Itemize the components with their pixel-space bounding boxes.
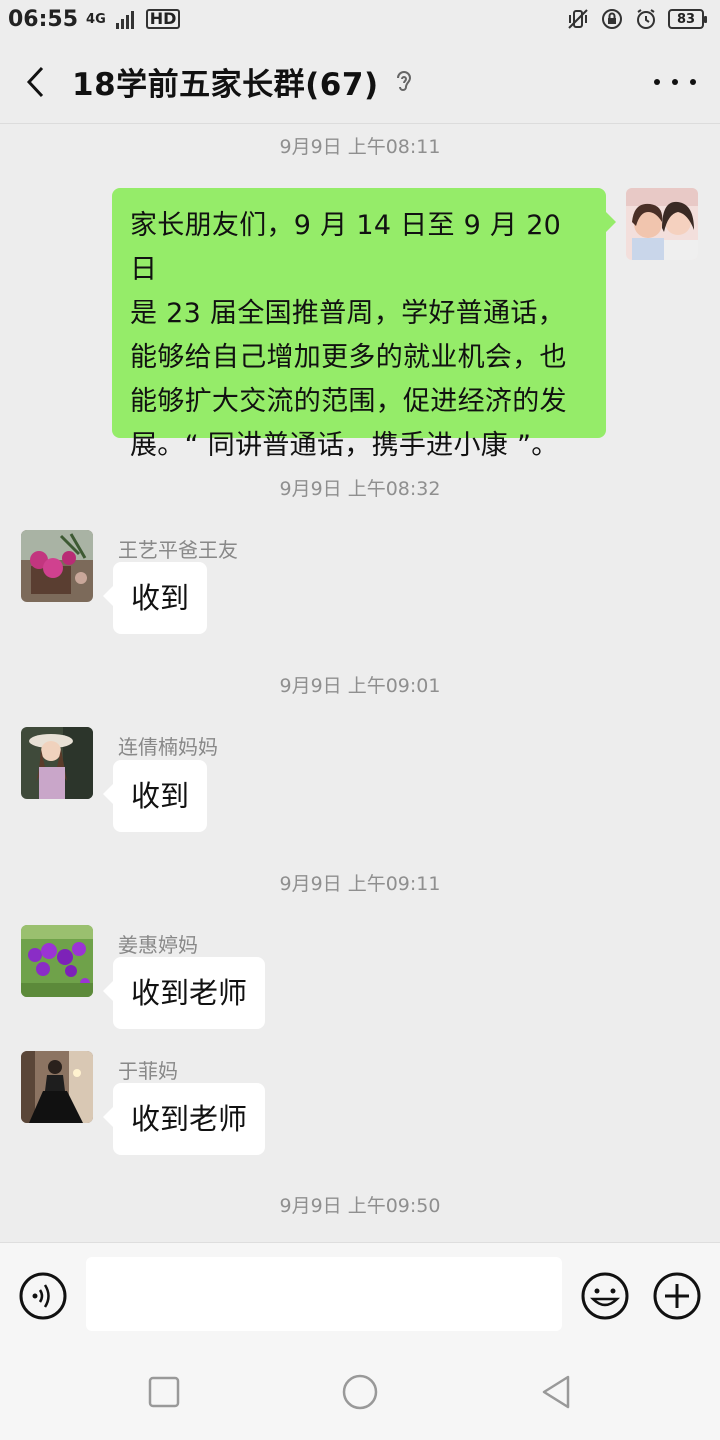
battery-level: 83 — [676, 11, 696, 27]
chat-title: 18学前五家长群(67) — [72, 67, 379, 103]
avatar-image — [21, 530, 93, 602]
system-nav-bar — [0, 1346, 720, 1440]
signal-icon — [115, 11, 134, 29]
message-text: 收到老师 — [131, 976, 248, 1010]
avatar-image — [21, 1051, 93, 1123]
message-text: 收到老师 — [131, 1102, 248, 1136]
message-line: 是 23 届全国推普周，学好普通话， — [130, 298, 565, 329]
avatar-image — [21, 727, 93, 799]
timestamp: 9月9日 上午09:11 — [279, 873, 441, 895]
message-text: 收到 — [131, 581, 190, 615]
chat-area[interactable]: 9月9日 上午08:11 家长朋友们，9 月 14 日至 9 月 20 日 是 … — [0, 124, 720, 1242]
timestamp: 9月9日 上午09:50 — [279, 1195, 441, 1217]
timestamp: 9月9日 上午08:32 — [279, 478, 441, 500]
sender-name: 王艺平爸王友 — [118, 538, 238, 562]
chat-header: 18学前五家长群(67) — [0, 40, 720, 124]
plus-icon[interactable] — [652, 1271, 702, 1321]
message-line: 能够扩大交流的范围，促进经济的发 — [130, 386, 567, 417]
battery-icon: 83 — [668, 9, 707, 29]
avatar-image — [21, 925, 93, 997]
sender-avatar[interactable] — [21, 530, 93, 602]
status-time: 06:55 — [8, 6, 79, 32]
message-line: 展。“ 同讲普通话，携手进小康 ”。 — [130, 430, 559, 461]
sender-avatar[interactable] — [21, 1051, 93, 1123]
sender-name: 于菲妈 — [118, 1059, 178, 1083]
sender-name: 连倩楠妈妈 — [118, 735, 218, 759]
message-input[interactable] — [86, 1257, 562, 1331]
input-bar — [0, 1242, 720, 1346]
received-message-bubble[interactable]: 收到老师 — [102, 957, 266, 1029]
sender-avatar[interactable] — [21, 727, 93, 799]
back-button[interactable] — [0, 40, 72, 124]
sent-message-bubble[interactable]: 家长朋友们，9 月 14 日至 9 月 20 日 是 23 届全国推普周，学好普… — [112, 188, 616, 461]
received-message-bubble[interactable]: 收到老师 — [102, 1083, 266, 1155]
received-message-bubble[interactable]: 收到 — [102, 760, 208, 832]
more-dot — [654, 79, 660, 85]
rotation-lock-icon — [602, 9, 622, 29]
status-left: 06:55 4G HD — [8, 6, 181, 32]
earpiece-icon — [396, 70, 411, 91]
timestamp: 9月9日 上午09:01 — [279, 675, 441, 697]
back-icon[interactable] — [536, 1372, 576, 1412]
message-text: 收到 — [131, 779, 190, 813]
network-indicator: 4G — [86, 13, 106, 26]
my-avatar[interactable] — [626, 188, 698, 260]
voice-icon[interactable] — [18, 1271, 68, 1321]
timestamp: 9月9日 上午08:11 — [279, 136, 441, 158]
more-button[interactable] — [654, 64, 696, 100]
sender-avatar[interactable] — [21, 925, 93, 997]
mute-vibrate-icon — [568, 9, 588, 29]
avatar-image — [626, 188, 698, 260]
alarm-icon — [637, 9, 655, 29]
recent-apps-icon[interactable] — [144, 1372, 184, 1412]
home-icon[interactable] — [340, 1372, 380, 1412]
received-message-bubble[interactable]: 收到 — [102, 562, 208, 634]
status-bar: 06:55 4G HD 83 — [0, 0, 720, 38]
message-line: 家长朋友们，9 月 14 日至 9 月 20 日 — [130, 210, 562, 285]
status-right: 83 — [566, 7, 707, 31]
sender-name: 姜惠婷妈 — [118, 933, 198, 957]
emoji-icon[interactable] — [580, 1271, 630, 1321]
hd-indicator: HD — [145, 9, 181, 29]
more-dot — [672, 79, 678, 85]
network-type: 4G — [86, 11, 106, 27]
more-dot — [690, 79, 696, 85]
chevron-left-icon — [26, 66, 44, 97]
message-line: 能够给自己增加更多的就业机会，也 — [130, 342, 567, 373]
